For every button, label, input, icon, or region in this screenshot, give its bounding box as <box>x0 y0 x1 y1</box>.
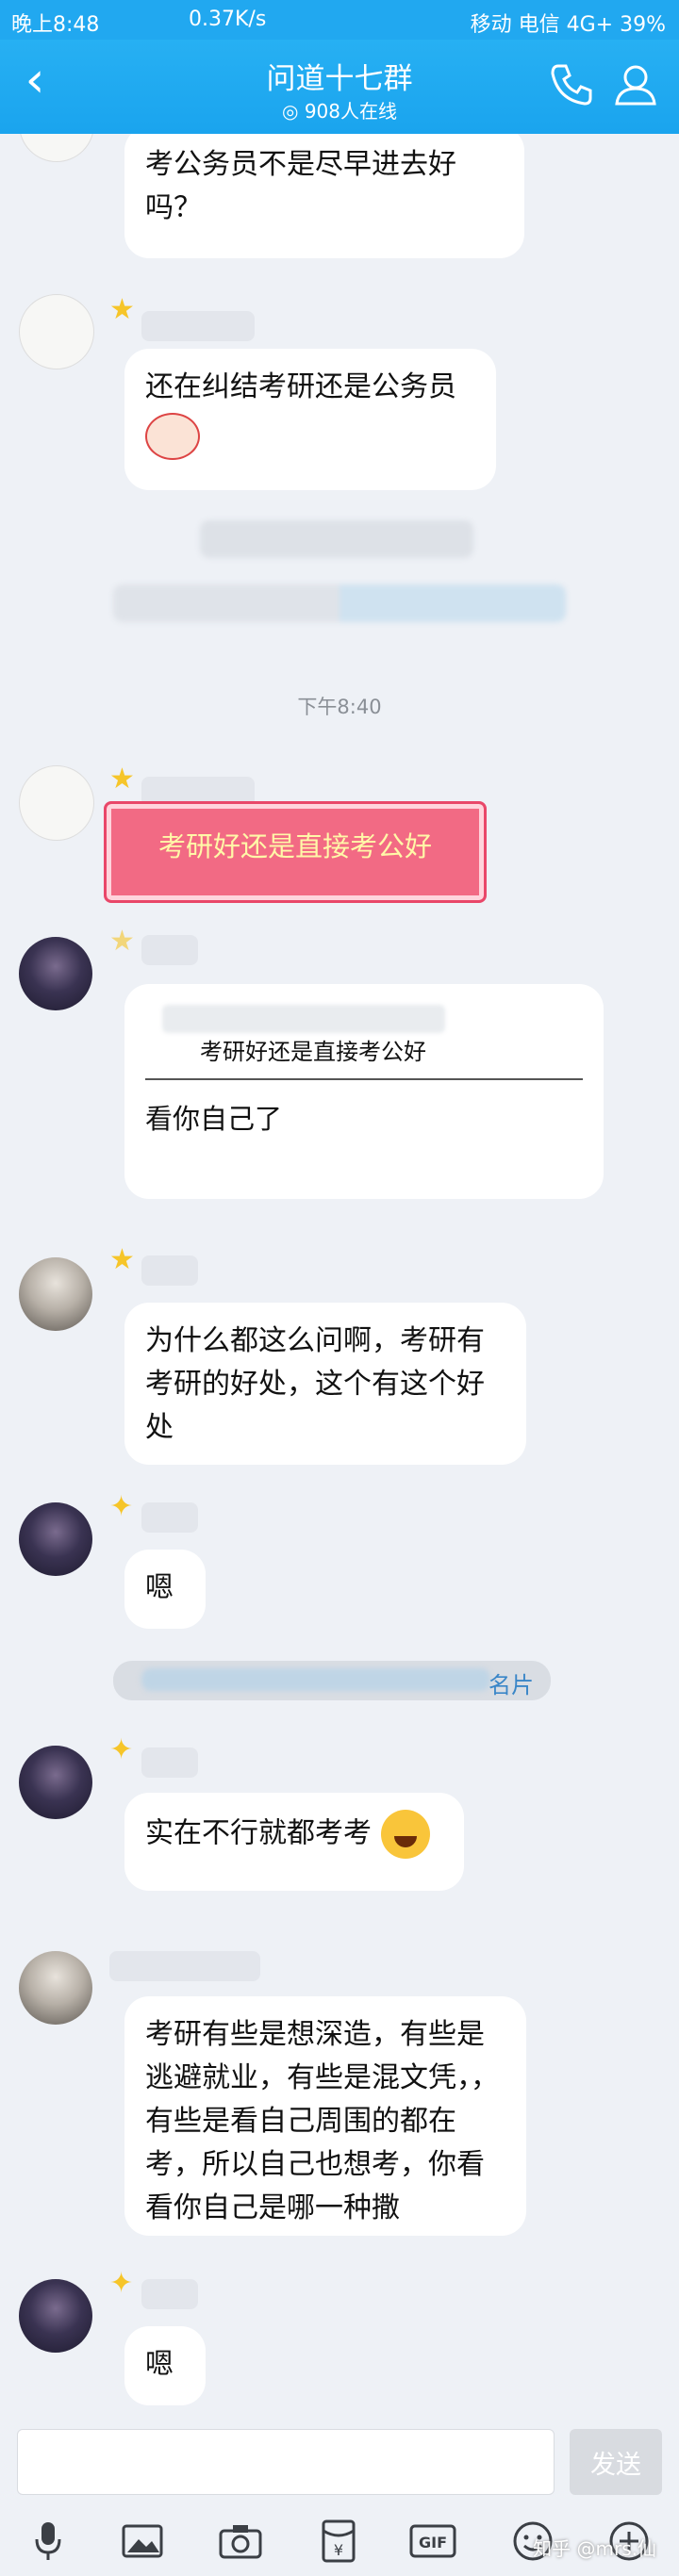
member-star-icon: ✦ <box>109 1733 134 1766</box>
avatar[interactable] <box>19 1502 92 1576</box>
camera-icon[interactable] <box>215 2516 266 2567</box>
message-text: 考研有些是想深造，有些是逃避就业，有些是混文凭，，有些是看自己周围的都在考，所以… <box>145 2018 499 2224</box>
member-star-icon: ✦ <box>109 2267 134 2300</box>
sender-name-blurred <box>109 1951 260 1981</box>
sender-name-blurred <box>141 311 255 341</box>
message-text: 嗯 <box>145 1571 174 1604</box>
blurred-notice <box>113 584 566 622</box>
message-bubble[interactable]: 为什么都这么问啊，考研有考研的好处，这个有这个好处 <box>124 1303 526 1465</box>
avatar[interactable] <box>19 765 94 841</box>
avatar[interactable] <box>19 294 94 369</box>
svg-text:GIF: GIF <box>419 2534 447 2551</box>
sender-name-blurred <box>141 1747 198 1778</box>
laughing-emoji-icon <box>380 1810 430 1859</box>
avatar[interactable] <box>19 1257 92 1331</box>
quoted-message: 考研好还是直接考公好 <box>145 1033 583 1080</box>
message-bubble[interactable]: 嗯 <box>124 1550 206 1629</box>
input-bar: 发送 <box>0 2421 679 2506</box>
message-text: 为什么都这么问啊，考研有考研的好处，这个有这个好处 <box>145 1324 485 1444</box>
watermark: 知乎 @mrs.仙 <box>533 2537 656 2560</box>
chat-area[interactable]: 考公务员不是尽早进去好吗？ ★ 还在纠结考研还是公务员 下午8:40 ★ 考研好… <box>0 134 679 2421</box>
sender-name-blurred <box>141 1502 198 1533</box>
member-star-icon: ★ <box>109 763 135 796</box>
crying-emoji-icon <box>145 413 200 460</box>
message-text: 看你自己了 <box>145 1103 283 1135</box>
gif-icon[interactable]: GIF <box>407 2516 458 2567</box>
card-label: 名片 <box>489 1672 534 1698</box>
status-indicators: 移动 电信 4G+ 39% <box>470 13 666 37</box>
blurred-card-name <box>141 1668 490 1691</box>
message-bubble[interactable]: 实在不行就都考考 <box>124 1793 464 1891</box>
message-bubble[interactable]: 还在纠结考研还是公务员 <box>124 349 496 490</box>
svg-text:¥: ¥ <box>334 2541 343 2559</box>
phone-call-icon[interactable] <box>547 60 596 109</box>
message-bubble[interactable]: 考研有些是想深造，有些是逃避就业，有些是混文凭，，有些是看自己周围的都在考，所以… <box>124 1996 526 2236</box>
sticker-text: 考研好还是直接考公好 <box>157 830 432 862</box>
quoted-sender-blurred <box>162 1005 445 1033</box>
avatar[interactable] <box>19 937 92 1010</box>
avatar[interactable] <box>19 134 94 162</box>
avatar[interactable] <box>19 1951 92 2025</box>
send-button[interactable]: 发送 <box>570 2429 662 2495</box>
sender-name-blurred <box>141 1255 198 1286</box>
message-text: 考公务员不是尽早进去好吗？ <box>145 148 456 224</box>
avatar[interactable] <box>19 2279 92 2353</box>
member-star-icon: ★ <box>109 925 135 958</box>
microphone-icon[interactable] <box>23 2516 74 2567</box>
member-star-icon: ★ <box>109 293 135 326</box>
image-icon[interactable] <box>117 2516 168 2567</box>
message-text: 实在不行就都考考 <box>145 1816 372 1850</box>
avatar[interactable] <box>19 1746 92 1819</box>
message-text: 还在纠结考研还是公务员 <box>145 370 456 403</box>
group-members-icon[interactable] <box>611 60 660 109</box>
message-text: 嗯 <box>145 2348 174 2381</box>
chat-header: ‹ 问道十七群 ◎ 908人在线 <box>0 40 679 134</box>
sender-name-blurred <box>141 935 198 965</box>
status-bar: 晚上8:48 0.37K/s 移动 电信 4G+ 39% <box>0 0 679 40</box>
sender-name-blurred <box>141 2279 198 2309</box>
red-packet-icon[interactable]: ¥ <box>313 2516 364 2567</box>
blurred-notice <box>200 520 473 558</box>
message-bubble[interactable]: 嗯 <box>124 2326 206 2405</box>
message-input[interactable] <box>17 2429 555 2495</box>
text-sticker[interactable]: 考研好还是直接考公好 <box>104 801 487 903</box>
timestamp: 下午8:40 <box>297 696 382 718</box>
quote-reply-bubble[interactable]: 考研好还是直接考公好 看你自己了 <box>124 984 604 1199</box>
member-star-icon: ✦ <box>109 1490 134 1523</box>
card-share-notice[interactable]: 名片 <box>113 1661 551 1700</box>
status-time: 晚上8:48 <box>11 13 100 37</box>
member-star-icon: ★ <box>109 1243 135 1276</box>
message-bubble[interactable]: 考公务员不是尽早进去好吗？ <box>124 134 524 258</box>
network-speed: 0.37K/s <box>189 8 267 31</box>
